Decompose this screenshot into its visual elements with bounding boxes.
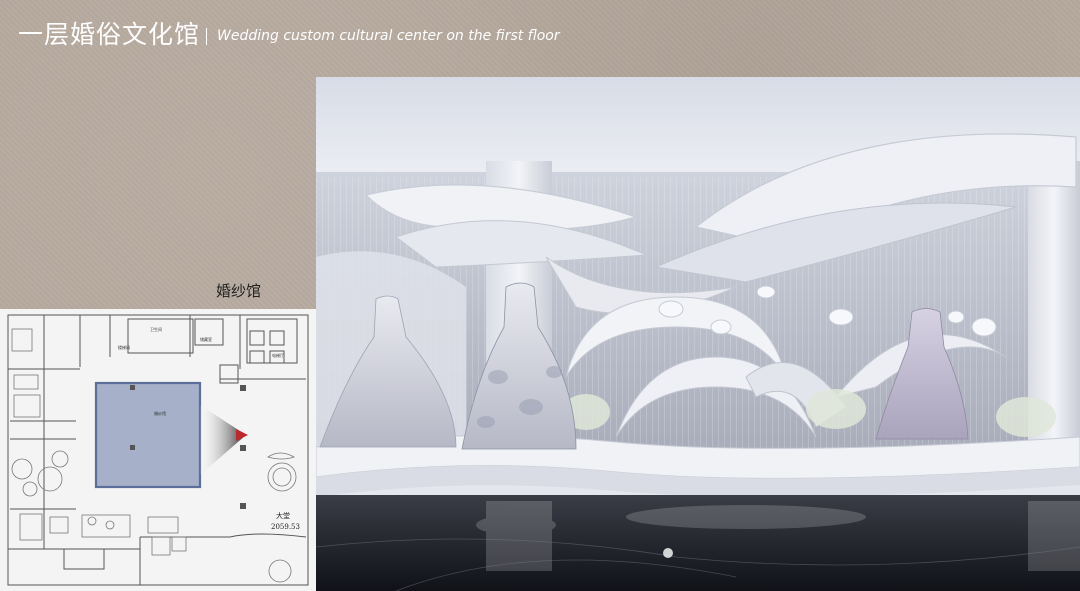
plan-small-label: 储藏室 (200, 336, 212, 342)
floor-plan: 卫生间 电梯厅 楼梯间 储藏室 婚纱馆 大堂 2059.53 (0, 309, 316, 591)
page-title-english: Wedding custom cultural center on the fi… (217, 28, 560, 44)
floor-plan-label: 婚纱馆 (216, 282, 262, 300)
plan-small-label: 婚纱馆 (154, 410, 166, 416)
plan-room-name: 大堂 (276, 511, 290, 520)
plan-room-area: 2059.53 (271, 523, 300, 531)
title-divider (206, 27, 208, 45)
plan-small-label: 电梯厅 (272, 352, 284, 358)
plan-small-label: 楼梯间 (118, 344, 130, 350)
page-header: 一层婚俗文化馆 Wedding custom cultural center o… (18, 16, 560, 50)
plan-small-label: 卫生间 (150, 326, 162, 332)
page-title-chinese: 一层婚俗文化馆 (18, 20, 201, 49)
exhibition-render (316, 77, 1080, 591)
